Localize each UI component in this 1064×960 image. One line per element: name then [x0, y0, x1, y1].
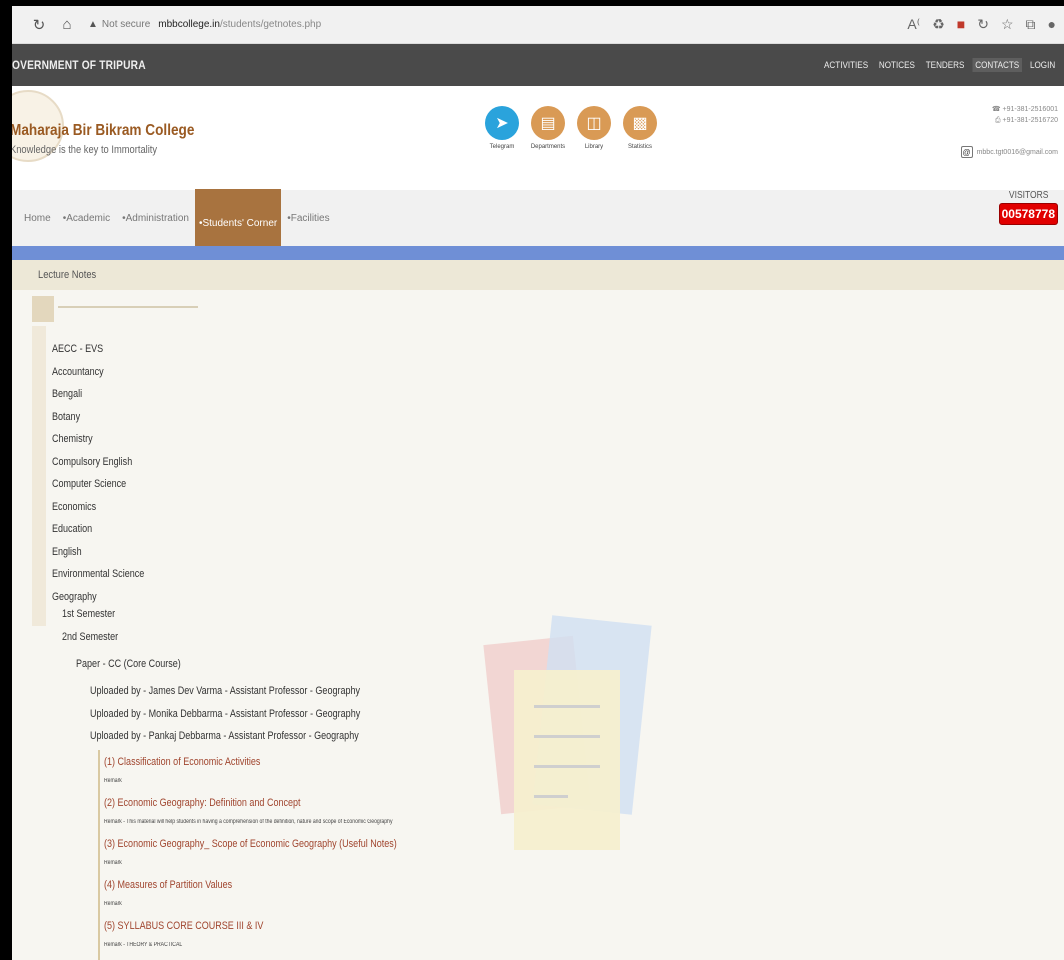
- fax-icon: ⎙: [994, 117, 1003, 124]
- note-remark: Remark - This material will help student…: [104, 819, 393, 825]
- quick-link-label: Departments: [530, 144, 566, 150]
- semester-item-2[interactable]: 2nd Semester: [62, 631, 118, 643]
- warning-icon: ▲: [88, 19, 98, 30]
- email-icon: @: [960, 146, 973, 158]
- quick-link-library[interactable]: ◫ Library: [574, 106, 614, 150]
- nav-home[interactable]: Home: [18, 213, 57, 224]
- link-tenders[interactable]: TENDERS: [923, 58, 967, 72]
- subject-item[interactable]: Bengali: [52, 383, 144, 406]
- statistics-icon: ▩: [623, 106, 657, 140]
- collections-icon[interactable]: ⧉: [1026, 16, 1036, 33]
- left-border: [0, 0, 12, 960]
- note-link[interactable]: (3) Economic Geography_ Scope of Economi…: [104, 838, 397, 850]
- read-aloud-icon[interactable]: A⁽: [907, 16, 920, 33]
- quick-link-telegram[interactable]: ➤ Telegram: [482, 106, 522, 150]
- subject-item[interactable]: Computer Science: [52, 473, 144, 496]
- departments-icon: ▤: [531, 106, 565, 140]
- tree-root-icon: [32, 296, 54, 322]
- site-header: Maharaja Bir Bikram College Knowledge is…: [12, 86, 1064, 190]
- link-contacts[interactable]: CONTACTS: [972, 58, 1022, 72]
- extensions-icon[interactable]: ♻: [932, 16, 945, 33]
- library-icon: ◫: [577, 106, 611, 140]
- not-secure-label: Not secure: [101, 19, 151, 30]
- subject-item[interactable]: English: [52, 541, 144, 564]
- college-name[interactable]: Maharaja Bir Bikram College: [12, 122, 194, 140]
- quick-links: ➤ Telegram ▤ Departments ◫ Library ▩ Sta…: [482, 106, 660, 150]
- nav-facilities[interactable]: •Facilities: [281, 213, 335, 224]
- quick-link-label: Statistics: [627, 144, 652, 150]
- subject-item[interactable]: Compulsory English: [52, 451, 144, 474]
- note-link[interactable]: (1) Classification of Economic Activitie…: [104, 756, 260, 768]
- top-border: [0, 0, 1064, 6]
- section-header: Lecture Notes: [12, 260, 1064, 290]
- quick-link-statistics[interactable]: ▩ Statistics: [620, 106, 660, 150]
- favorites-star-icon[interactable]: ☆: [1001, 16, 1014, 33]
- browser-window: ↻ ⌂ ▲ Not secure mbbcollege.in /students…: [12, 0, 1064, 960]
- uploader-item[interactable]: Uploaded by - Monika Debbarma - Assistan…: [90, 708, 360, 720]
- quick-link-label: Telegram: [489, 144, 515, 150]
- subject-item[interactable]: Education: [52, 518, 144, 541]
- subject-list: AECC - EVS Accountancy Bengali Botany Ch…: [52, 338, 165, 608]
- note-link[interactable]: (5) SYLLABUS CORE COURSE III & IV: [104, 920, 263, 932]
- link-login[interactable]: LOGIN: [1027, 58, 1058, 72]
- email-address[interactable]: mbbc.tgt0016@gmail.com: [977, 149, 1058, 156]
- subject-item[interactable]: AECC - EVS: [52, 338, 144, 361]
- note-link[interactable]: (4) Measures of Partition Values: [104, 879, 232, 891]
- home-icon[interactable]: ⌂: [60, 16, 74, 33]
- visitor-counter: VISITORS 00578778: [998, 190, 1058, 225]
- uploader-item[interactable]: Uploaded by - Pankaj Debbarma - Assistan…: [90, 730, 359, 742]
- government-bar: OVERNMENT OF TRIPURA ACTIVITIES NOTICES …: [12, 44, 1064, 86]
- browser-toolbar: ↻ ⌂ ▲ Not secure mbbcollege.in /students…: [12, 6, 1064, 44]
- subject-item[interactable]: Economics: [52, 496, 144, 519]
- url-path: /students/getnotes.php: [219, 19, 322, 30]
- phone-icon: ☎: [991, 106, 1003, 113]
- main-nav: Home •Academic •Administration •Students…: [12, 189, 1064, 257]
- visitors-label: VISITORS: [1008, 190, 1049, 201]
- link-notices[interactable]: NOTICES: [876, 58, 917, 72]
- lecture-notes-section: Lecture Notes AECC - EVS Accountancy Ben…: [12, 260, 1064, 960]
- url-host: mbbcollege.in: [158, 19, 220, 30]
- subject-item[interactable]: Environmental Science: [52, 563, 144, 586]
- quick-link-label: Library: [584, 144, 604, 150]
- note-remark: Remark: [104, 778, 122, 784]
- notes-guide: [98, 750, 100, 960]
- paper-item[interactable]: Paper - CC (Core Course): [76, 658, 181, 670]
- nav-underline: [12, 246, 1064, 260]
- subject-item[interactable]: Botany: [52, 406, 144, 429]
- phone-number-2: +91-381-2516720: [1002, 117, 1058, 124]
- tree-guide: [32, 326, 46, 626]
- refresh-icon[interactable]: ↻: [977, 16, 989, 33]
- profile-icon[interactable]: ●: [1048, 16, 1056, 33]
- link-activities[interactable]: ACTIVITIES: [821, 58, 871, 72]
- telegram-icon: ➤: [485, 106, 519, 140]
- top-links: ACTIVITIES NOTICES TENDERS CONTACTS LOGI…: [821, 58, 1058, 72]
- visitors-count: 00578778: [998, 203, 1058, 225]
- notes-watermark-icon: [483, 615, 652, 850]
- pdf-icon[interactable]: ■: [957, 16, 965, 33]
- nav-academic[interactable]: •Academic: [57, 213, 116, 224]
- contact-info: ☎ +91-381-2516001 ⎙ +91-381-2516720: [992, 104, 1058, 126]
- divider: [58, 306, 198, 308]
- reload-icon[interactable]: ↻: [32, 16, 46, 34]
- note-link[interactable]: (2) Economic Geography: Definition and C…: [104, 797, 301, 809]
- uploader-item[interactable]: Uploaded by - James Dev Varma - Assistan…: [90, 685, 360, 697]
- semester-item-1[interactable]: 1st Semester: [62, 608, 115, 620]
- quick-link-departments[interactable]: ▤ Departments: [528, 106, 568, 150]
- email-info: @ mbbc.tgt0016@gmail.com: [960, 146, 1058, 158]
- government-title: OVERNMENT OF TRIPURA: [12, 58, 146, 72]
- subject-item[interactable]: Accountancy: [52, 361, 144, 384]
- note-remark: Remark - THEORY & PRACTICAL: [104, 942, 183, 948]
- note-remark: Remark: [104, 860, 122, 866]
- section-title: Lecture Notes: [38, 269, 97, 281]
- note-remark: Remark: [104, 901, 122, 907]
- college-tagline: Knowledge is the key to Immortality: [12, 144, 158, 156]
- phone-number-1: +91-381-2516001: [1002, 106, 1058, 113]
- nav-administration[interactable]: •Administration: [116, 213, 195, 224]
- subject-item[interactable]: Chemistry: [52, 428, 144, 451]
- address-bar[interactable]: ▲ Not secure mbbcollege.in /students/get…: [88, 19, 321, 30]
- subject-item-geography[interactable]: Geography: [52, 586, 144, 609]
